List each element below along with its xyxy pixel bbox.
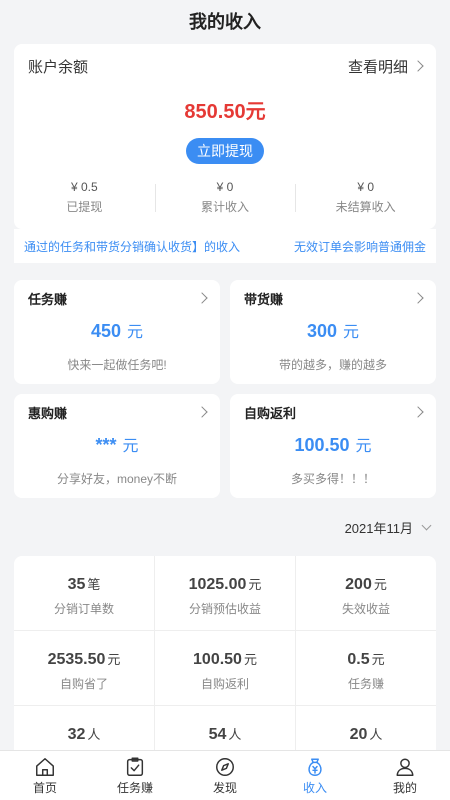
- stat-unit: 元: [107, 652, 121, 667]
- tab-mine[interactable]: 我的: [360, 751, 450, 800]
- bottom-tabbar: 首页 任务赚 发现 收入 我的: [0, 750, 450, 800]
- notice-text-left: 通过的任务和带货分销确认收货】的收入: [24, 239, 241, 254]
- earn-card-unit: 元: [122, 438, 139, 455]
- stat-label: 自购省了: [59, 677, 108, 691]
- view-detail-label: 查看明细: [347, 58, 408, 76]
- stat-cell: 100.50 元 自购返利: [155, 631, 296, 705]
- month-selector[interactable]: 2021年11月: [344, 518, 432, 537]
- earn-card-unit: 元: [355, 438, 372, 455]
- stat-unit: 元: [371, 652, 385, 667]
- stat-value: ¥ 0.5: [70, 180, 98, 194]
- stat-withdrawn: ¥ 0.5 已提现: [14, 180, 155, 215]
- stat-cell: 1025.00 元 分销预估收益: [155, 556, 296, 630]
- earn-card-title: 带货赚: [244, 291, 284, 307]
- balance-amount: 850.50元: [184, 101, 266, 123]
- chevron-right-icon: [412, 406, 424, 418]
- view-detail-link[interactable]: 查看明细: [347, 56, 424, 77]
- earn-card-unit: 元: [343, 324, 360, 341]
- tab-label: 发现: [212, 780, 237, 795]
- earn-card-desc: 带的越多，赚的越多: [278, 358, 387, 372]
- stat-label: 任务赚: [347, 677, 384, 691]
- balance-label: 账户余额: [28, 58, 89, 76]
- stat-label: 已提现: [66, 200, 103, 214]
- stat-value: ¥ 0: [216, 180, 234, 194]
- earn-card-amount: ***: [95, 435, 117, 455]
- tab-task[interactable]: 任务赚: [90, 751, 180, 800]
- chevron-right-icon: [412, 60, 424, 72]
- tab-home[interactable]: 首页: [0, 751, 90, 800]
- chevron-right-icon: [412, 292, 424, 304]
- earn-card-rebate[interactable]: 自购返利 100.50 元 多买多得！！！: [230, 394, 436, 498]
- stat-value: 1025.00: [188, 576, 247, 593]
- stat-value: 35: [67, 576, 86, 593]
- earn-card-amount: 300: [306, 321, 338, 341]
- stat-unit: 笔: [87, 577, 101, 592]
- stat-label: 分销预估收益: [188, 602, 261, 616]
- earn-card-task[interactable]: 任务赚 450 元 快来一起做任务吧!: [14, 280, 220, 384]
- user-icon: [396, 757, 414, 776]
- stat-label: 未结算收入: [335, 200, 396, 214]
- stat-cell: 35 笔 分销订单数: [14, 556, 155, 630]
- task-icon: [126, 757, 144, 776]
- tab-label: 我的: [392, 780, 417, 795]
- stat-unit: 人: [228, 727, 242, 742]
- stat-value: 54: [208, 726, 227, 743]
- earn-card-desc: 分享好友，money不断: [56, 472, 178, 486]
- stat-unit: 元: [248, 577, 262, 592]
- stat-unit: 人: [369, 727, 383, 742]
- earn-card-title: 惠购赚: [28, 405, 68, 421]
- chevron-right-icon: [196, 292, 208, 304]
- stat-value: 32: [67, 726, 86, 743]
- tab-label: 任务赚: [116, 780, 153, 795]
- stat-value: ¥ 0: [357, 180, 375, 194]
- stat-cell: 0.5 元 任务赚: [296, 631, 436, 705]
- tab-label: 收入: [302, 780, 327, 795]
- notice-bar: 通过的任务和带货分销确认收货】的收入 无效订单会影响普通佣金: [14, 229, 436, 263]
- page-title: 我的收入: [189, 12, 261, 32]
- stat-total-income: ¥ 0 累计收入: [154, 180, 296, 215]
- home-icon: [36, 757, 54, 776]
- earn-card-title: 自购返利: [244, 405, 297, 421]
- compass-icon: [216, 757, 234, 776]
- tab-label: 首页: [32, 780, 57, 795]
- stat-unit: 人: [87, 727, 101, 742]
- stat-unit: 元: [243, 652, 257, 667]
- stat-cell: 200 元 失效收益: [296, 556, 436, 630]
- withdraw-button[interactable]: 立即提现: [186, 138, 264, 164]
- balance-card: 账户余额 查看明细 850.50元 立即提现 ¥ 0.5 已提现 ¥ 0 累计收…: [14, 44, 436, 229]
- earn-card-desc: 快来一起做任务吧!: [67, 358, 167, 372]
- earn-card-desc: 多买多得！！！: [290, 472, 375, 486]
- earn-card-amount: 450: [90, 321, 122, 341]
- stat-label: 失效收益: [341, 602, 390, 616]
- stat-unit: 元: [373, 577, 387, 592]
- stat-value: 20: [349, 726, 368, 743]
- stat-value: 0.5: [347, 651, 370, 668]
- earn-card-goods[interactable]: 带货赚 300 元 带的越多，赚的越多: [230, 280, 436, 384]
- notice-text-right: 无效订单会影响普通佣金: [293, 239, 426, 254]
- chevron-down-icon: [421, 520, 432, 531]
- stat-value: 100.50: [193, 651, 242, 668]
- stat-value: 200: [345, 576, 372, 593]
- stat-label: 自购返利: [200, 677, 249, 691]
- earn-card-share[interactable]: 惠购赚 *** 元 分享好友，money不断: [14, 394, 220, 498]
- chevron-right-icon: [196, 406, 208, 418]
- stat-unsettled: ¥ 0 未结算收入: [295, 180, 436, 215]
- stat-label: 累计收入: [201, 200, 250, 214]
- earn-card-title: 任务赚: [28, 291, 68, 307]
- tab-income[interactable]: 收入: [270, 751, 360, 800]
- stat-value: 2535.50: [47, 651, 106, 668]
- earn-card-unit: 元: [127, 324, 144, 341]
- tab-discover[interactable]: 发现: [180, 751, 270, 800]
- stat-label: 分销订单数: [53, 602, 114, 616]
- earn-card-amount: 100.50: [294, 435, 350, 455]
- month-value: 2021年11月: [344, 521, 413, 536]
- income-icon: [308, 757, 322, 776]
- stat-cell: 2535.50 元 自购省了: [14, 631, 155, 705]
